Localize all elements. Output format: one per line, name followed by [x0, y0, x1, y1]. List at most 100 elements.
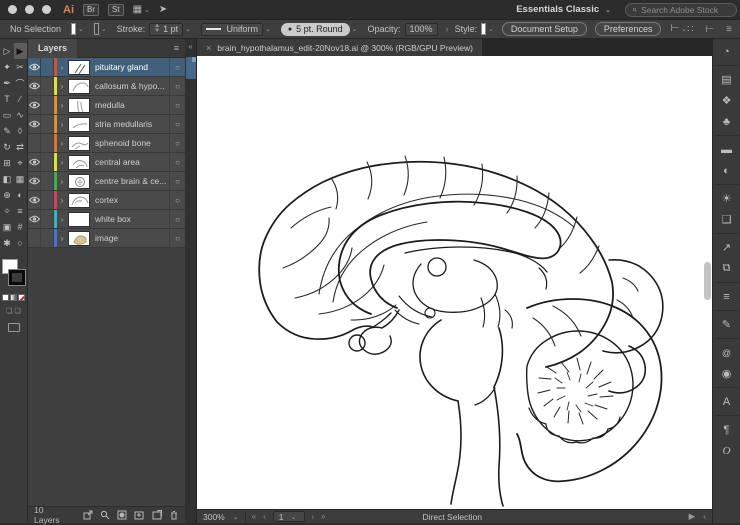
chevron-down-icon[interactable]: ⌄ — [488, 25, 494, 33]
new-layer-icon[interactable] — [152, 510, 162, 521]
expand-arrow-icon[interactable]: › — [57, 215, 67, 224]
lock-toggle[interactable] — [41, 77, 54, 95]
bridge-button[interactable]: Br — [83, 3, 99, 16]
document-tab[interactable]: × brain_hypothalamus_edit-20Nov18.ai @ 3… — [197, 39, 482, 56]
previous-artboard-icon[interactable]: ‹ — [263, 512, 267, 521]
layer-thumbnail[interactable] — [68, 78, 90, 94]
none-button[interactable] — [18, 294, 25, 301]
target-circle[interactable]: ○ — [169, 115, 185, 133]
asset-export-panel-icon[interactable]: ↗ — [716, 237, 738, 258]
expand-arrow-icon[interactable]: › — [57, 139, 67, 148]
lock-toggle[interactable] — [41, 96, 54, 114]
clipping-mask-icon[interactable] — [117, 510, 127, 521]
artboard-tool[interactable]: ✱ — [1, 235, 14, 251]
lock-toggle[interactable] — [41, 134, 54, 152]
docking-icon[interactable]: ⊢ — [705, 24, 714, 35]
transparency-panel-icon[interactable]: ◐ — [716, 160, 738, 181]
arrange-documents-icon[interactable]: ▦ — [133, 4, 142, 15]
shape-builder-tool[interactable]: ◧ — [1, 171, 14, 187]
layer-name[interactable]: cortex — [95, 195, 169, 205]
locate-object-icon[interactable] — [100, 510, 110, 521]
first-artboard-icon[interactable]: « — [252, 512, 257, 521]
free-transform-tool[interactable]: ⌖ — [14, 155, 27, 171]
zoom-tool[interactable]: ○ — [14, 235, 27, 251]
layer-row-medulla[interactable]: › medulla ○ — [28, 96, 185, 115]
draw-behind-icon[interactable]: ❏ — [15, 307, 21, 315]
target-circle[interactable]: ○ — [169, 191, 185, 209]
layer-name[interactable]: central area — [95, 157, 169, 167]
fill-color-swatch[interactable] — [71, 23, 76, 35]
layer-name[interactable]: sphenoid bone — [95, 138, 169, 148]
chevron-down-icon[interactable]: ⌄ — [233, 513, 239, 521]
document-setup-button[interactable]: Document Setup — [501, 22, 587, 36]
layer-row-sphenoid-bone[interactable]: › sphenoid bone ○ — [28, 134, 185, 153]
delete-layer-icon[interactable] — [169, 510, 179, 521]
share-icon[interactable]: ➤ — [159, 4, 167, 15]
pencil-tool[interactable]: ✎ — [1, 123, 14, 139]
lock-toggle[interactable] — [41, 153, 54, 171]
target-circle[interactable]: ○ — [169, 229, 185, 247]
visibility-toggle[interactable] — [28, 115, 41, 133]
character-panel-icon[interactable]: A — [716, 391, 738, 412]
window-close-button[interactable] — [8, 5, 17, 14]
gradient-button[interactable] — [10, 294, 17, 301]
graph-tool[interactable]: # — [14, 219, 27, 235]
layer-name[interactable]: medulla — [95, 100, 169, 110]
chevron-down-icon[interactable]: ⌄ — [144, 6, 150, 14]
lock-toggle[interactable] — [41, 115, 54, 133]
layer-name[interactable]: centre brain & ce... — [95, 176, 169, 186]
layer-row-callosum[interactable]: › callosum & hypo... ○ — [28, 77, 185, 96]
layer-name[interactable]: image — [95, 233, 169, 243]
lock-toggle[interactable] — [41, 58, 54, 76]
layer-row-centre-brain[interactable]: › centre brain & ce... ○ — [28, 172, 185, 191]
target-circle[interactable]: ○ — [169, 58, 185, 76]
stroke-panel-icon[interactable]: ≡ — [716, 286, 738, 307]
opentype-panel-icon[interactable]: O — [716, 440, 738, 461]
cc-libraries-panel-icon[interactable]: ◉ — [716, 363, 738, 384]
layer-name[interactable]: white box — [95, 214, 169, 224]
stepper-arrows[interactable]: ▲ ▼ — [154, 23, 160, 34]
color-button[interactable] — [2, 294, 9, 301]
type-tool[interactable]: T — [1, 91, 14, 107]
opacity-label[interactable]: Opacity: — [368, 24, 401, 34]
layer-thumbnail[interactable] — [68, 135, 90, 151]
layer-name[interactable]: pituitary gland — [95, 62, 169, 72]
paragraph-panel-icon[interactable]: ¶ — [716, 419, 738, 440]
variable-width-dropdown[interactable]: Uniform — [200, 22, 263, 36]
visibility-toggle[interactable] — [28, 58, 41, 76]
magic-wand-tool[interactable]: ✦ — [1, 59, 14, 75]
target-circle[interactable]: ○ — [169, 134, 185, 152]
eyedropper-tool[interactable]: ✧ — [1, 203, 14, 219]
expand-arrow-icon[interactable]: › — [57, 82, 67, 91]
visibility-toggle[interactable] — [28, 191, 41, 209]
visibility-toggle[interactable] — [28, 210, 41, 228]
opacity-field[interactable]: 100% — [404, 22, 438, 36]
screen-mode-button[interactable] — [7, 323, 20, 332]
lock-toggle[interactable] — [41, 210, 54, 228]
artboard-navigation-field[interactable]: 1 ⌄ — [272, 511, 306, 522]
close-tab-icon[interactable]: × — [206, 43, 211, 53]
window-zoom-button[interactable] — [42, 5, 51, 14]
layer-row-white-box[interactable]: › white box ○ — [28, 210, 185, 229]
last-artboard-icon[interactable]: » — [321, 512, 326, 521]
layer-thumbnail[interactable] — [68, 211, 90, 227]
lock-toggle[interactable] — [41, 191, 54, 209]
rectangle-tool[interactable]: ▭ — [1, 107, 14, 123]
visibility-toggle[interactable] — [28, 77, 41, 95]
layer-thumbnail[interactable] — [68, 173, 90, 189]
stroke-label[interactable]: Stroke: — [117, 24, 146, 34]
paintbrush-tool[interactable]: ∿ — [14, 107, 27, 123]
collapsed-panel-thumbnail[interactable] — [185, 57, 196, 79]
collapse-panels-icon[interactable]: « — [185, 42, 196, 51]
perspective-grid-tool[interactable]: ▦ — [14, 171, 27, 187]
visibility-toggle[interactable] — [28, 153, 41, 171]
layer-row-pituitary-gland[interactable]: › pituitary gland ○ — [28, 58, 185, 77]
next-artboard-icon[interactable]: › — [311, 512, 315, 521]
layer-row-stria-medullaris[interactable]: › stria medullaris ○ — [28, 115, 185, 134]
expand-arrow-icon[interactable]: › — [57, 158, 67, 167]
stroke-weight-field[interactable]: ▲ ▼ 1 pt — [149, 22, 184, 36]
curvature-tool[interactable]: ⌒ — [14, 75, 27, 91]
pen-tool[interactable]: ✒ — [1, 75, 14, 91]
chevron-down-icon[interactable]: ⌄ — [185, 25, 191, 33]
layer-thumbnail[interactable] — [68, 116, 90, 132]
